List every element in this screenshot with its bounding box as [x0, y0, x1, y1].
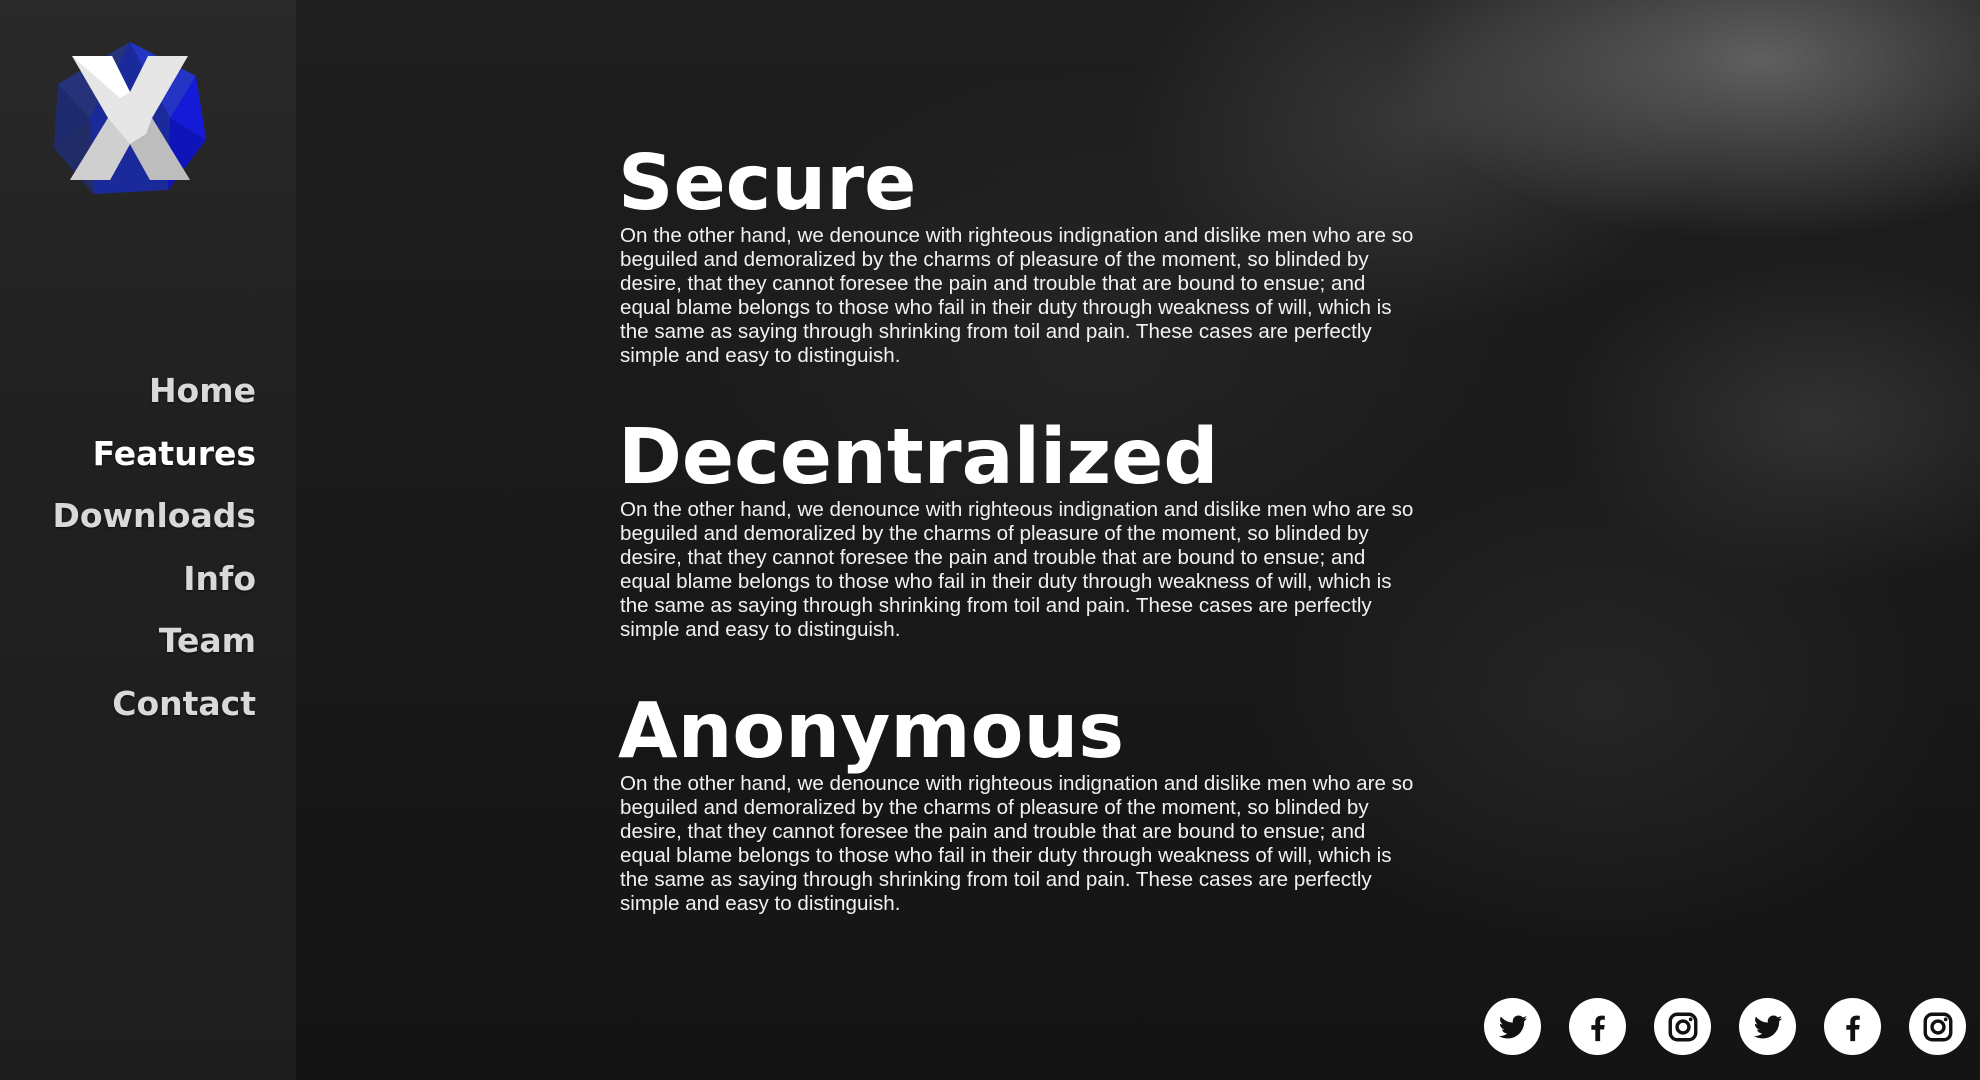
nav-item-contact[interactable]: Contact — [6, 673, 256, 736]
nav-item-downloads[interactable]: Downloads — [6, 485, 256, 548]
features-content: Secure On the other hand, we denounce wi… — [618, 138, 1420, 960]
feature-section-anonymous: Anonymous On the other hand, we denounce… — [618, 686, 1420, 916]
instagram-icon[interactable] — [1654, 998, 1711, 1055]
section-title: Anonymous — [618, 687, 1125, 776]
facebook-icon[interactable] — [1824, 998, 1881, 1055]
twitter-icon[interactable] — [1739, 998, 1796, 1055]
section-text: On the other hand, we denounce with righ… — [620, 772, 1414, 915]
main-nav: Home Features Downloads Info Team Contac… — [6, 360, 256, 735]
nav-item-home[interactable]: Home — [6, 360, 256, 423]
section-text: On the other hand, we denounce with righ… — [620, 224, 1414, 367]
section-title: Secure — [618, 139, 917, 228]
section-title: Decentralized — [618, 413, 1219, 502]
section-text: On the other hand, we denounce with righ… — [620, 498, 1414, 641]
sidebar: Home Features Downloads Info Team Contac… — [0, 0, 296, 1080]
feature-section-secure: Secure On the other hand, we denounce wi… — [618, 138, 1420, 368]
nav-item-team[interactable]: Team — [6, 610, 256, 673]
instagram-icon[interactable] — [1909, 998, 1966, 1055]
facebook-icon[interactable] — [1569, 998, 1626, 1055]
x-hexagon-logo-icon[interactable] — [50, 38, 210, 198]
feature-section-decentralized: Decentralized On the other hand, we deno… — [618, 412, 1420, 642]
nav-item-features[interactable]: Features — [6, 423, 256, 486]
nav-item-info[interactable]: Info — [6, 548, 256, 611]
page: Home Features Downloads Info Team Contac… — [0, 0, 1980, 1080]
social-links — [1484, 998, 1966, 1055]
twitter-icon[interactable] — [1484, 998, 1541, 1055]
